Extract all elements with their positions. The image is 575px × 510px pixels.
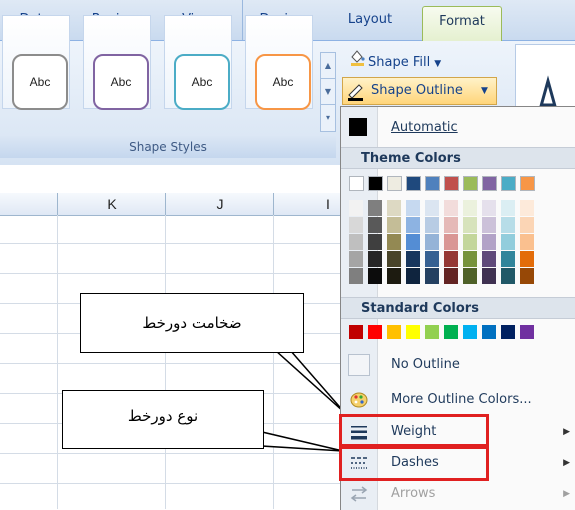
menu-item-no-outline[interactable]: No Outline — [341, 350, 575, 380]
menu-item-more-outline-colors[interactable]: More Outline Colors... — [341, 385, 575, 415]
theme-shade-swatch[interactable] — [482, 234, 496, 250]
theme-shade-swatch[interactable] — [425, 234, 439, 250]
theme-color-swatch[interactable] — [501, 176, 516, 191]
theme-shade-swatch[interactable] — [387, 217, 401, 233]
theme-shade-swatch[interactable] — [368, 234, 382, 250]
theme-shade-swatch[interactable] — [406, 251, 420, 267]
submenu-arrow-icon: ▶ — [563, 458, 570, 468]
weight-highlight-box — [339, 414, 489, 447]
standard-color-swatch[interactable] — [368, 325, 382, 339]
theme-shade-swatch[interactable] — [368, 217, 382, 233]
theme-shade-swatch[interactable] — [368, 200, 382, 216]
theme-shade-swatch[interactable] — [463, 268, 477, 284]
theme-shade-swatch[interactable] — [482, 200, 496, 216]
theme-shade-swatch[interactable] — [387, 268, 401, 284]
menu-item-automatic-label: Automatic — [391, 120, 458, 135]
arrow-style-icon — [350, 486, 368, 502]
theme-shade-swatch[interactable] — [425, 268, 439, 284]
theme-shade-swatch[interactable] — [482, 268, 496, 284]
theme-shade-swatch[interactable] — [463, 217, 477, 233]
theme-shade-swatch[interactable] — [349, 200, 363, 216]
theme-shade-swatch[interactable] — [349, 268, 363, 284]
theme-shade-swatch[interactable] — [482, 251, 496, 267]
no-outline-icon — [348, 354, 370, 376]
theme-shade-swatch[interactable] — [406, 234, 420, 250]
theme-shade-swatch[interactable] — [444, 234, 458, 250]
theme-shade-swatch[interactable] — [444, 251, 458, 267]
theme-color-swatch[interactable] — [463, 176, 478, 191]
theme-shade-swatch[interactable] — [520, 234, 534, 250]
theme-shade-swatch[interactable] — [501, 268, 515, 284]
dashes-highlight-box — [339, 446, 489, 481]
theme-color-swatch[interactable] — [444, 176, 459, 191]
theme-shade-swatch[interactable] — [520, 217, 534, 233]
callout-dashes-text: نوع دورخط — [127, 407, 199, 425]
theme-colors-header: Theme Colors — [341, 147, 575, 169]
theme-shade-swatch[interactable] — [520, 251, 534, 267]
standard-color-swatch[interactable] — [482, 325, 496, 339]
theme-shade-swatch[interactable] — [406, 268, 420, 284]
theme-shade-swatch[interactable] — [425, 251, 439, 267]
submenu-arrow-icon: ▶ — [563, 427, 570, 437]
theme-shade-swatch[interactable] — [501, 200, 515, 216]
theme-shade-swatch[interactable] — [482, 217, 496, 233]
theme-shade-swatch[interactable] — [406, 200, 420, 216]
theme-shade-swatch[interactable] — [444, 217, 458, 233]
theme-shade-swatch[interactable] — [501, 251, 515, 267]
theme-color-swatch[interactable] — [368, 176, 383, 191]
callout-dashes: نوع دورخط — [62, 390, 264, 449]
theme-shade-swatch[interactable] — [368, 268, 382, 284]
menu-item-no-outline-label: No Outline — [391, 357, 460, 372]
theme-shade-swatch[interactable] — [463, 251, 477, 267]
standard-color-swatch[interactable] — [501, 325, 515, 339]
theme-shade-swatch[interactable] — [520, 200, 534, 216]
theme-color-swatch[interactable] — [387, 176, 402, 191]
theme-shade-swatch[interactable] — [406, 217, 420, 233]
standard-color-swatch[interactable] — [463, 325, 477, 339]
menu-item-arrows: Arrows ▶ — [341, 479, 575, 509]
standard-color-swatch[interactable] — [520, 325, 534, 339]
theme-shade-swatch[interactable] — [425, 200, 439, 216]
menu-item-more-outline-colors-label: More Outline Colors... — [391, 392, 532, 407]
standard-color-swatch[interactable] — [425, 325, 439, 339]
standard-color-swatch[interactable] — [444, 325, 458, 339]
standard-color-swatch[interactable] — [349, 325, 363, 339]
automatic-color-swatch — [349, 118, 367, 136]
theme-shade-swatch[interactable] — [444, 200, 458, 216]
palette-icon — [350, 392, 368, 408]
callout-weight-text: ضخامت دورخط — [142, 314, 242, 332]
theme-shade-swatch[interactable] — [387, 251, 401, 267]
theme-shade-swatch[interactable] — [368, 251, 382, 267]
standard-colors-header: Standard Colors — [341, 297, 575, 319]
theme-shade-swatch[interactable] — [501, 217, 515, 233]
theme-color-swatch[interactable] — [482, 176, 497, 191]
theme-shade-swatch[interactable] — [387, 234, 401, 250]
theme-shade-swatch[interactable] — [501, 234, 515, 250]
theme-color-swatch[interactable] — [425, 176, 440, 191]
theme-shade-swatch[interactable] — [520, 268, 534, 284]
menu-item-arrows-label: Arrows — [391, 486, 436, 501]
theme-color-swatch[interactable] — [520, 176, 535, 191]
theme-shade-swatch[interactable] — [349, 234, 363, 250]
standard-color-swatch[interactable] — [387, 325, 401, 339]
theme-color-swatch[interactable] — [406, 176, 421, 191]
theme-color-swatch[interactable] — [349, 176, 364, 191]
callout-weight: ضخامت دورخط — [80, 293, 304, 353]
submenu-arrow-icon: ▶ — [563, 489, 570, 499]
theme-shade-swatch[interactable] — [425, 217, 439, 233]
theme-shade-swatch[interactable] — [463, 234, 477, 250]
menu-item-automatic[interactable]: Automatic — [341, 113, 575, 143]
theme-shade-swatch[interactable] — [444, 268, 458, 284]
theme-shade-swatch[interactable] — [387, 200, 401, 216]
standard-color-swatch[interactable] — [406, 325, 420, 339]
theme-shade-swatch[interactable] — [349, 217, 363, 233]
theme-shade-swatch[interactable] — [463, 200, 477, 216]
theme-shade-swatch[interactable] — [349, 251, 363, 267]
